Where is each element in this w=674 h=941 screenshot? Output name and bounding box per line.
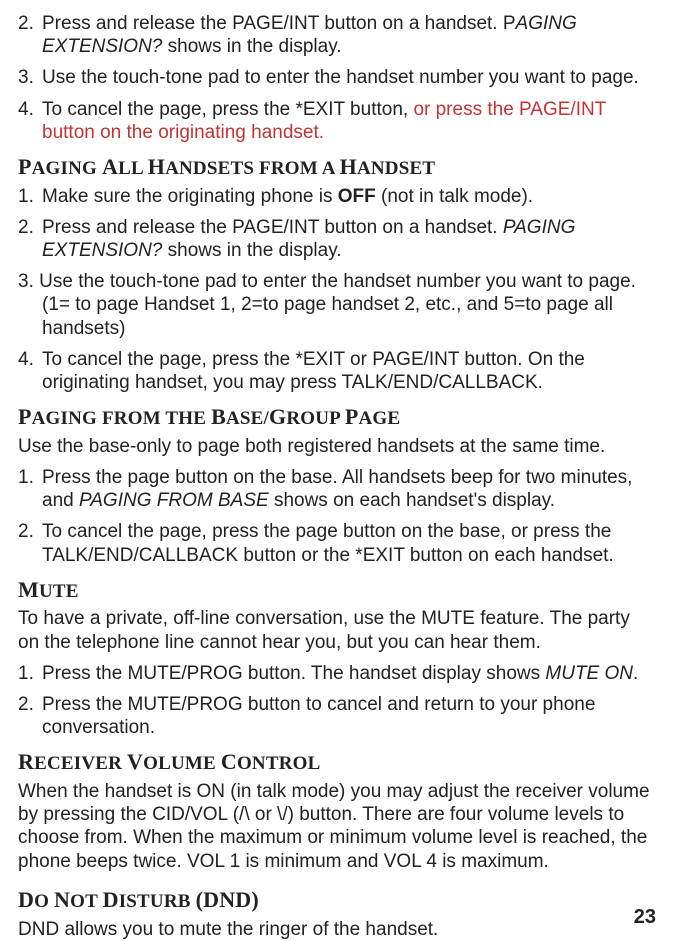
- section-title-receiver-volume: RECEIVER VOLUME CONTROL: [18, 749, 656, 776]
- step-text: To cancel the page, press the page butto…: [42, 521, 614, 565]
- step-number: 1.: [18, 185, 34, 208]
- step-number: 2.: [18, 216, 34, 239]
- section-body: DND allows you to mute the ringer of the…: [18, 918, 656, 941]
- step-text: 3. Use the touch-tone pad to enter the h…: [18, 271, 636, 338]
- step-text: To cancel the page, press the *EXIT or P…: [42, 349, 585, 393]
- step-4: 4. To cancel the page, press the *EXIT b…: [18, 98, 656, 144]
- page-number: 23: [634, 905, 656, 929]
- section-body: When the handset is ON (in talk mode) yo…: [18, 780, 656, 873]
- step-number: 2.: [18, 12, 34, 35]
- step-1: 1. Make sure the originating phone is OF…: [18, 185, 656, 208]
- step-text: Press and release the PAGE/INT button on…: [42, 13, 577, 57]
- section-intro: To have a private, off-line conversation…: [18, 607, 656, 653]
- step-number: 4.: [18, 98, 34, 121]
- step-number: 1.: [18, 466, 34, 489]
- step-2: 2. Press and release the PAGE/INT button…: [18, 216, 656, 262]
- step-number: 4.: [18, 348, 34, 371]
- step-2: 2. Press and release the PAGE/INT button…: [18, 12, 656, 58]
- step-number: 3.: [18, 66, 34, 89]
- section-title-dnd: DO NOT DISTURB (DND): [18, 887, 656, 914]
- step-2: 2. Press the MUTE/PROG button to cancel …: [18, 693, 656, 739]
- step-number: 2.: [18, 520, 34, 543]
- step-text: Press the MUTE/PROG button. The handset …: [42, 663, 638, 684]
- step-number: 1.: [18, 662, 34, 685]
- section-title-paging-all: PAGING ALL HANDSETS FROM A HANDSET: [18, 154, 656, 181]
- document-page: 2. Press and release the PAGE/INT button…: [18, 12, 656, 941]
- step-text: Make sure the originating phone is OFF (…: [42, 186, 533, 207]
- step-text: To cancel the page, press the *EXIT butt…: [42, 99, 606, 143]
- section-intro: Use the base-only to page both registere…: [18, 435, 656, 458]
- step-3: 3. Use the touch-tone pad to enter the h…: [18, 270, 656, 340]
- step-text: Press the MUTE/PROG button to cancel and…: [42, 694, 595, 738]
- section-title-paging-base: PAGING FROM THE BASE/GROUP PAGE: [18, 404, 656, 431]
- step-3: 3. Use the touch-tone pad to enter the h…: [18, 66, 656, 89]
- step-text: Press and release the PAGE/INT button on…: [42, 217, 575, 261]
- step-1: 1. Press the MUTE/PROG button. The hands…: [18, 662, 656, 685]
- section-title-mute: MUTE: [18, 577, 656, 604]
- step-4: 4. To cancel the page, press the *EXIT o…: [18, 348, 656, 394]
- step-number: 2.: [18, 693, 34, 716]
- step-1: 1. Press the page button on the base. Al…: [18, 466, 656, 512]
- step-text: Press the page button on the base. All h…: [42, 467, 632, 511]
- step-text: Use the touch-tone pad to enter the hand…: [42, 67, 639, 88]
- step-2: 2. To cancel the page, press the page bu…: [18, 520, 656, 566]
